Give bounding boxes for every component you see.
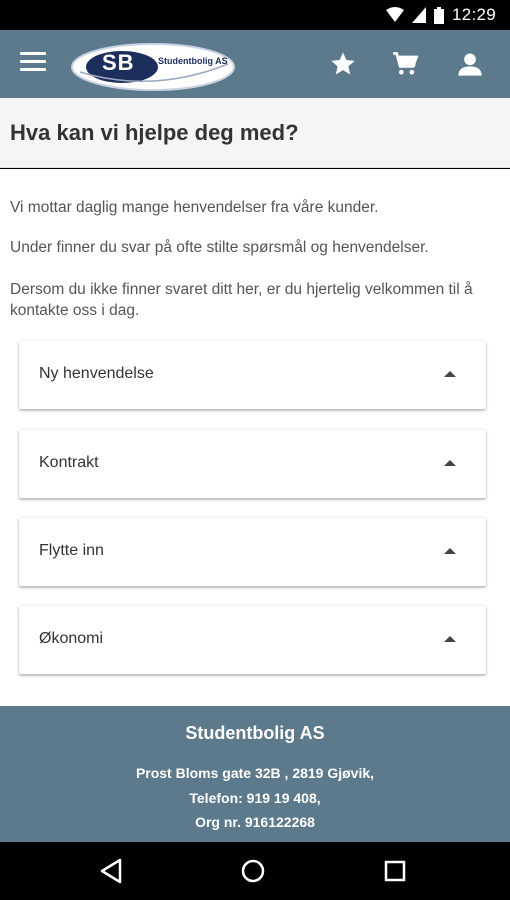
- faq-item-okonomi[interactable]: Økonomi: [19, 606, 486, 674]
- star-icon[interactable]: [329, 50, 357, 78]
- battery-icon: [433, 6, 444, 24]
- status-bar: 12:29: [0, 0, 510, 30]
- app-bar: SB Studentbolig AS: [0, 30, 510, 98]
- recent-apps-icon[interactable]: [379, 855, 411, 887]
- back-icon[interactable]: [96, 855, 128, 887]
- faq-item-flytte-inn[interactable]: Flytte inn: [19, 518, 486, 586]
- intro-paragraph: Vi mottar daglig mange henvendelser fra …: [10, 199, 379, 216]
- wifi-icon: [385, 7, 404, 22]
- faq-item-label: Økonomi: [39, 630, 104, 647]
- footer: Studentbolig AS Prost Bloms gate 32B , 2…: [0, 706, 510, 842]
- status-time: 12:29: [451, 5, 496, 24]
- caret-up-icon: [444, 636, 456, 642]
- logo-initials: SB: [102, 50, 135, 75]
- faq-item-label: Ny henvendelse: [39, 365, 154, 382]
- logo-name: Studentbolig AS: [158, 56, 228, 66]
- title-bar: Hva kan vi hjelpe deg med?: [0, 98, 510, 168]
- faq-item-label: Flytte inn: [39, 542, 104, 559]
- logo[interactable]: SB Studentbolig AS: [70, 42, 236, 92]
- caret-up-icon: [444, 548, 456, 554]
- footer-org: Org nr. 916122268: [195, 814, 315, 830]
- content: Vi mottar daglig mange henvendelser fra …: [0, 169, 510, 706]
- status-icons: 12:29: [385, 5, 496, 25]
- footer-address: Prost Bloms gate 32B , 2819 Gjøvik,: [135, 765, 375, 781]
- home-icon[interactable]: [237, 855, 269, 887]
- intro-paragraph: Dersom du ikke finner svaret ditt her, e…: [10, 281, 473, 319]
- footer-phone[interactable]: Telefon: 919 19 408,: [0, 790, 510, 806]
- menu-icon[interactable]: [20, 52, 46, 74]
- faq-item-ny-henvendelse[interactable]: Ny henvendelse: [19, 341, 486, 409]
- cart-icon[interactable]: [392, 50, 420, 78]
- caret-up-icon: [444, 371, 456, 377]
- navigation-bar: [0, 842, 510, 900]
- page-title: Hva kan vi hjelpe deg med?: [10, 120, 299, 145]
- footer-company: Studentbolig AS: [185, 723, 325, 743]
- caret-up-icon: [444, 460, 456, 466]
- person-icon[interactable]: [456, 50, 484, 78]
- faq-item-kontrakt[interactable]: Kontrakt: [19, 430, 486, 498]
- signal-icon: [411, 7, 426, 23]
- intro-paragraph: Under finner du svar på ofte stilte spør…: [10, 239, 429, 256]
- faq-item-label: Kontrakt: [39, 454, 99, 471]
